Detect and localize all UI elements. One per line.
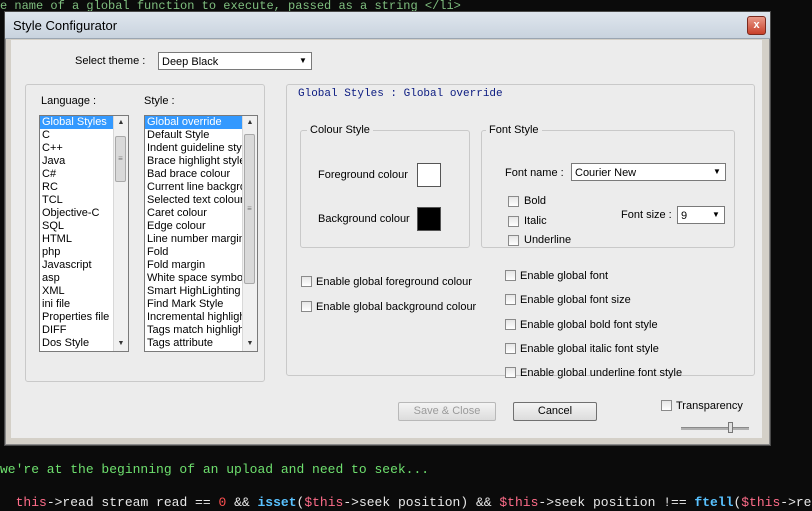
background-colour-label: Background colour xyxy=(318,213,410,225)
style-scrollbar[interactable]: ▲ ≡ ▼ xyxy=(242,116,257,351)
language-label: Language : xyxy=(41,95,97,107)
enable-global-font-size-label: Enable global font size xyxy=(520,294,631,306)
save-close-button[interactable]: Save & Close xyxy=(398,402,496,421)
list-item[interactable]: Bad brace colour xyxy=(145,168,257,181)
list-item[interactable]: Tags match highlight xyxy=(145,324,257,337)
code-token: isset xyxy=(257,495,297,510)
list-item[interactable]: Smart HighLighting xyxy=(145,285,257,298)
enable-global-italic-checkbox[interactable] xyxy=(505,343,516,354)
transparency-slider-thumb[interactable] xyxy=(728,422,733,433)
font-name-value: Courier New xyxy=(575,167,637,179)
font-style-group xyxy=(481,130,735,248)
list-item[interactable]: Selected text colour xyxy=(145,194,257,207)
scroll-up-icon[interactable]: ▲ xyxy=(243,116,257,130)
font-size-value: 9 xyxy=(681,210,688,222)
bold-label: Bold xyxy=(524,195,547,207)
editor-code-line: this->read stream read == 0 && isset($th… xyxy=(0,479,812,511)
code-token: ->seek position !== xyxy=(538,495,695,510)
enable-global-fg-checkbox[interactable] xyxy=(301,276,312,287)
chevron-down-icon: ▼ xyxy=(713,167,721,176)
theme-select[interactable]: Deep Black ▼ xyxy=(158,52,312,70)
enable-global-font-checkbox[interactable] xyxy=(505,270,516,281)
chevron-down-icon: ▼ xyxy=(299,56,307,65)
enable-global-italic-label: Enable global italic font style xyxy=(520,343,659,355)
list-item[interactable]: Default Style xyxy=(145,129,257,142)
code-token: $this xyxy=(741,495,781,510)
code-token: $this xyxy=(499,495,539,510)
font-size-select[interactable]: 9 ▼ xyxy=(677,206,725,224)
scroll-down-icon[interactable]: ▼ xyxy=(114,337,128,351)
italic-checkbox[interactable] xyxy=(508,216,519,227)
theme-select-value: Deep Black xyxy=(162,56,219,68)
code-token: 0 xyxy=(218,495,227,510)
transparency-checkbox[interactable] xyxy=(661,400,672,411)
scroll-up-icon[interactable]: ▲ xyxy=(114,116,128,130)
dialog-titlebar[interactable]: Style Configurator x xyxy=(5,12,770,39)
bold-checkbox[interactable] xyxy=(508,196,519,207)
scroll-thumb[interactable]: ≡ xyxy=(244,134,255,284)
code-token: ->seek position) && xyxy=(343,495,500,510)
language-scrollbar[interactable]: ▲ ≡ ▼ xyxy=(113,116,128,351)
list-item[interactable]: Fold margin xyxy=(145,259,257,272)
list-item[interactable]: White space symbol xyxy=(145,272,257,285)
enable-global-bold-checkbox[interactable] xyxy=(505,319,516,330)
enable-global-font-size-checkbox[interactable] xyxy=(505,294,516,305)
enable-global-font-label: Enable global font xyxy=(520,270,609,282)
transparency-label: Transparency xyxy=(676,400,743,412)
colour-style-group xyxy=(300,130,470,248)
enable-global-bold-label: Enable global bold font style xyxy=(520,319,658,331)
close-icon: x xyxy=(753,19,760,31)
close-button[interactable]: x xyxy=(747,16,766,35)
font-size-label: Font size : xyxy=(621,209,672,221)
style-listbox[interactable]: Global override Default Style Indent guide… xyxy=(144,115,258,352)
style-configurator-dialog: Style Configurator x Select theme : Deep… xyxy=(4,11,771,446)
cancel-button[interactable]: Cancel xyxy=(513,402,597,421)
list-item[interactable]: Current line background xyxy=(145,181,257,194)
underline-label: Underline xyxy=(524,234,572,246)
code-token: && xyxy=(226,495,258,510)
list-item[interactable]: Fold xyxy=(145,246,257,259)
code-token: this xyxy=(15,495,47,510)
panel-header: Global Styles : Global override xyxy=(298,88,503,100)
editor-code-comment-line: we're at the beginning of an upload and … xyxy=(0,462,430,477)
code-token: $this xyxy=(304,495,344,510)
style-label: Style : xyxy=(144,95,175,107)
font-name-label: Font name : xyxy=(505,167,564,179)
scroll-thumb[interactable]: ≡ xyxy=(115,136,126,182)
underline-checkbox[interactable] xyxy=(508,235,519,246)
list-item[interactable]: Brace highlight style xyxy=(145,155,257,168)
colour-style-title: Colour Style xyxy=(307,124,373,136)
foreground-colour-label: Foreground colour xyxy=(318,169,408,181)
list-item[interactable]: Indent guideline style xyxy=(145,142,257,155)
code-token: ftell xyxy=(694,495,734,510)
enable-global-bg-checkbox[interactable] xyxy=(301,301,312,312)
italic-label: Italic xyxy=(524,215,547,227)
enable-global-bg-label: Enable global background colour xyxy=(316,301,477,313)
list-item[interactable]: Edge colour xyxy=(145,220,257,233)
chevron-down-icon: ▼ xyxy=(712,210,720,219)
enable-global-underline-label: Enable global underline font style xyxy=(520,367,683,379)
list-item[interactable]: Incremental highlight xyxy=(145,311,257,324)
enable-global-underline-checkbox[interactable] xyxy=(505,367,516,378)
foreground-colour-swatch[interactable] xyxy=(417,163,441,187)
dialog-body: Select theme : Deep Black ▼ Language : S… xyxy=(11,40,762,438)
font-name-select[interactable]: Courier New ▼ xyxy=(571,163,726,181)
list-item[interactable]: Caret colour xyxy=(145,207,257,220)
select-theme-label: Select theme : xyxy=(75,55,146,67)
dialog-title: Style Configurator xyxy=(13,18,118,33)
background-colour-swatch[interactable] xyxy=(417,207,441,231)
list-item[interactable]: Global override xyxy=(145,116,257,129)
language-listbox[interactable]: Global Styles C C++ Java C# RC TCL Objective-C S… xyxy=(39,115,129,352)
transparency-slider-track[interactable] xyxy=(681,427,749,430)
enable-global-fg-label: Enable global foreground colour xyxy=(316,276,472,288)
font-style-title: Font Style xyxy=(486,124,542,136)
code-token: ->read stream read == xyxy=(46,495,219,510)
list-item[interactable]: Tags attribute xyxy=(145,337,257,350)
code-token: ( xyxy=(296,495,305,510)
list-item[interactable]: Find Mark Style xyxy=(145,298,257,311)
code-token: ->re xyxy=(780,495,812,510)
code-token: ( xyxy=(733,495,742,510)
list-item[interactable]: Line number margin xyxy=(145,233,257,246)
scroll-down-icon[interactable]: ▼ xyxy=(243,337,257,351)
